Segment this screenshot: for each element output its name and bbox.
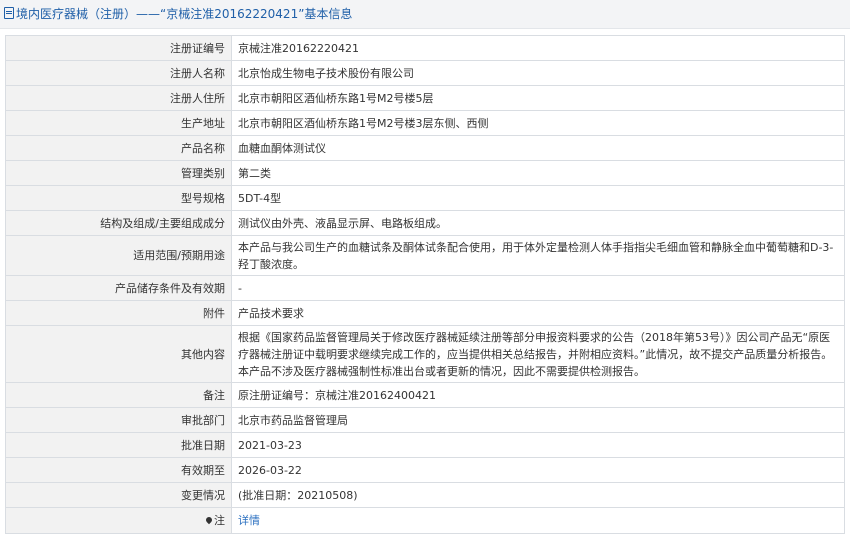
table-row: 注册证编号 京械注准20162220421 — [5, 35, 845, 61]
row-value: 北京市朝阳区酒仙桥东路1号M2号楼3层东侧、西侧 — [231, 110, 845, 136]
table-row: 批准日期 2021-03-23 — [5, 432, 845, 458]
table-row: 产品名称 血糖血酮体测试仪 — [5, 135, 845, 161]
row-label: 产品储存条件及有效期 — [5, 275, 232, 301]
row-label: 审批部门 — [5, 407, 232, 433]
note-label-cell: 注 — [5, 507, 232, 534]
row-value: 2021-03-23 — [231, 432, 845, 458]
row-label: 管理类别 — [5, 160, 232, 186]
row-value: (批准日期：20210508) — [231, 482, 845, 508]
note-value-cell: 详情 — [231, 507, 845, 534]
page-title: 境内医疗器械（注册）——“京械注准20162220421”基本信息 — [16, 7, 353, 21]
row-value: 本产品与我公司生产的血糖试条及酮体试条配合使用，用于体外定量检测人体手指指尖毛细… — [231, 235, 845, 276]
row-label: 附件 — [5, 300, 232, 326]
row-label: 注册证编号 — [5, 35, 232, 61]
document-icon — [4, 7, 14, 19]
row-label: 备注 — [5, 382, 232, 408]
row-value: 北京市朝阳区酒仙桥东路1号M2号楼5层 — [231, 85, 845, 111]
row-label: 型号规格 — [5, 185, 232, 211]
row-label: 注册人名称 — [5, 60, 232, 86]
table-row: 变更情况 (批准日期：20210508) — [5, 482, 845, 508]
row-value: 血糖血酮体测试仪 — [231, 135, 845, 161]
table-row: 附件 产品技术要求 — [5, 300, 845, 326]
row-value: 产品技术要求 — [231, 300, 845, 326]
row-label: 产品名称 — [5, 135, 232, 161]
details-link[interactable]: 详情 — [238, 514, 260, 527]
row-label: 生产地址 — [5, 110, 232, 136]
row-label: 批准日期 — [5, 432, 232, 458]
table-row: 注册人住所 北京市朝阳区酒仙桥东路1号M2号楼5层 — [5, 85, 845, 111]
row-value: 北京市药品监督管理局 — [231, 407, 845, 433]
table-row-note: 注 详情 — [5, 507, 845, 534]
row-label: 有效期至 — [5, 457, 232, 483]
row-label: 结构及组成/主要组成成分 — [5, 210, 232, 236]
row-value: 京械注准20162220421 — [231, 35, 845, 61]
table-row: 注册人名称 北京怡成生物电子技术股份有限公司 — [5, 60, 845, 86]
note-label: 注 — [214, 514, 225, 527]
table-row: 备注 原注册证编号：京械注准20162400421 — [5, 382, 845, 408]
table-row: 型号规格 5DT-4型 — [5, 185, 845, 211]
table-row: 有效期至 2026-03-22 — [5, 457, 845, 483]
row-value: - — [231, 275, 845, 301]
table-row: 适用范围/预期用途 本产品与我公司生产的血糖试条及酮体试条配合使用，用于体外定量… — [5, 235, 845, 276]
row-label: 变更情况 — [5, 482, 232, 508]
pin-icon — [204, 515, 214, 525]
table-row: 结构及组成/主要组成成分 测试仪由外壳、液晶显示屏、电路板组成。 — [5, 210, 845, 236]
table-row: 其他内容 根据《国家药品监督管理局关于修改医疗器械延续注册等部分申报资料要求的公… — [5, 325, 845, 383]
row-value: 根据《国家药品监督管理局关于修改医疗器械延续注册等部分申报资料要求的公告（201… — [231, 325, 845, 383]
table-row: 生产地址 北京市朝阳区酒仙桥东路1号M2号楼3层东侧、西侧 — [5, 110, 845, 136]
row-value: 第二类 — [231, 160, 845, 186]
page-title-bar: 境内医疗器械（注册）——“京械注准20162220421”基本信息 — [0, 0, 850, 29]
row-label: 其他内容 — [5, 325, 232, 383]
table-row: 审批部门 北京市药品监督管理局 — [5, 407, 845, 433]
row-value: 北京怡成生物电子技术股份有限公司 — [231, 60, 845, 86]
row-value: 原注册证编号：京械注准20162400421 — [231, 382, 845, 408]
row-label: 注册人住所 — [5, 85, 232, 111]
table-row: 产品储存条件及有效期 - — [5, 275, 845, 301]
table-row: 管理类别 第二类 — [5, 160, 845, 186]
row-label: 适用范围/预期用途 — [5, 235, 232, 276]
device-info-table: 注册证编号 京械注准20162220421 注册人名称 北京怡成生物电子技术股份… — [5, 35, 845, 534]
row-value: 测试仪由外壳、液晶显示屏、电路板组成。 — [231, 210, 845, 236]
row-value: 2026-03-22 — [231, 457, 845, 483]
row-value: 5DT-4型 — [231, 185, 845, 211]
